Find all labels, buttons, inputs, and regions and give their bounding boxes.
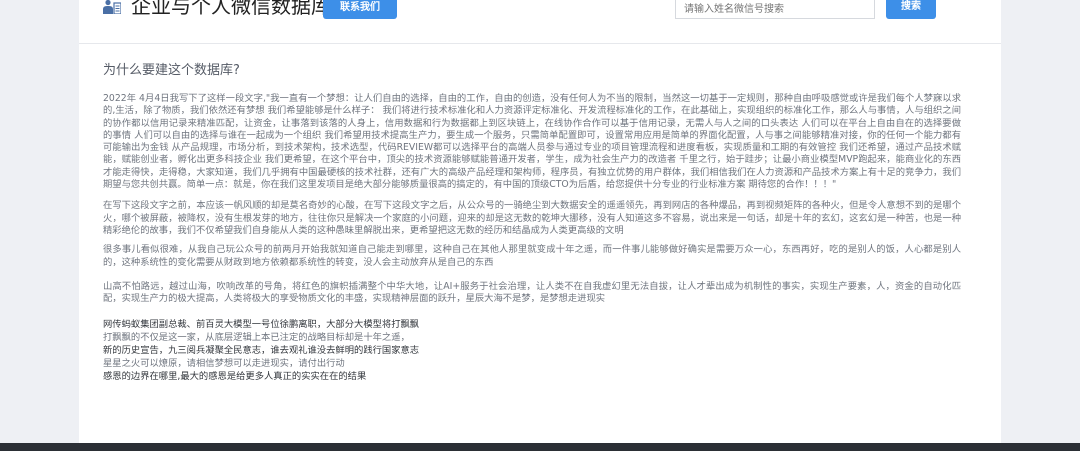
header-divider	[79, 43, 1001, 44]
poem-line: 感恩的边界在哪里,最大的感恩是给更多人真正的实实在在的结果	[103, 371, 367, 383]
contact-us-button[interactable]: 联系我们	[323, 0, 397, 19]
article-paragraph: 在写下这段文字之前，本应该一帆风顺的却是莫名奇妙的心酸，在写下这段文字之后，从公…	[103, 200, 961, 236]
article-paragraph: 山高不怕路远，越过山海，吹响改革的号角，将红色的旗帜插满整个中华大地，让AI+服…	[103, 280, 961, 305]
page-container: 企业与个人微信数据库 联系我们 搜索 为什么要建这个数据库? 2022年 4月4…	[79, 0, 1001, 443]
poem-line: 打飘飘的不仅是这一家，从底层逻辑上本已注定的战略目标却是十年之遥，	[103, 332, 410, 344]
search-button[interactable]: 搜索	[886, 0, 936, 19]
poem-line: 新的历史宣告，九三阅兵凝聚全民意志，谁去观礼谁没去鲜明的践行国家意志	[103, 345, 420, 357]
section-title: 为什么要建这个数据库?	[103, 63, 240, 78]
article-paragraph: 2022年 4月4日我写下了这样一段文字,"我一直有一个梦想：让人们自由的选择，…	[103, 93, 961, 191]
article-content: 2022年 4月4日我写下了这样一段文字,"我一直有一个梦想：让人们自由的选择，…	[103, 93, 961, 383]
poem-line: 网传蚂蚁集团副总裁、前百灵大模型一号位徐鹏离职，大部分大模型将打飘飘	[103, 319, 420, 331]
article-paragraph: 很多事儿看似很难，从我自己玩公众号的前两月开始我就知道自己能走到哪里，这种自己在…	[103, 244, 961, 268]
poem-line: 星星之火可以燎原，请相信梦想可以走进现实，请付出行动	[103, 358, 345, 370]
footer-bar	[0, 443, 1080, 451]
poem-block: 网传蚂蚁集团副总裁、前百灵大模型一号位徐鹏离职，大部分大模型将打飘飘 打飘飘的不…	[103, 318, 961, 383]
site-title: 企业与个人微信数据库	[131, 0, 331, 18]
database-icon	[103, 0, 121, 14]
search-input[interactable]	[675, 0, 875, 19]
